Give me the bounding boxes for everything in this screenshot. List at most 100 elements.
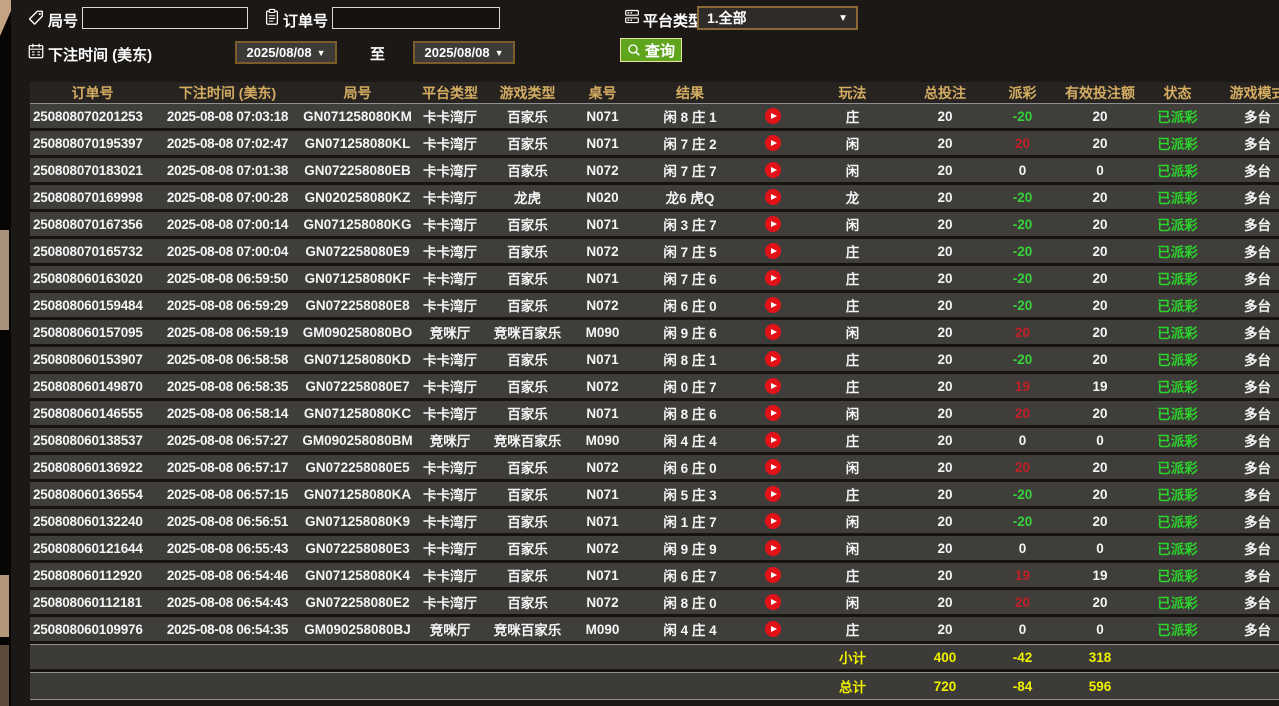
- play-video-button[interactable]: [764, 513, 781, 529]
- round-no-cell: GM090258080BO: [302, 324, 413, 340]
- payout-cell: 20: [1014, 594, 1031, 610]
- play-video-button[interactable]: [764, 459, 781, 475]
- play-video-button[interactable]: [764, 270, 781, 286]
- column-header: 游戏模式: [1229, 84, 1279, 101]
- play-cell: [745, 320, 800, 344]
- status-badge: 已派彩: [1157, 488, 1198, 503]
- play-icon: [770, 464, 777, 470]
- order-no-cell: 250808060136554: [33, 486, 143, 502]
- table-row: 250808060138537 2025-08-08 06:57:27 GM09…: [30, 428, 1279, 455]
- date-from-select[interactable]: 2025/08/08 ▼: [235, 41, 337, 64]
- bet-time-cell: 2025-08-08 06:58:35: [166, 378, 289, 394]
- round-no-cell: GN072258080E8: [305, 297, 410, 313]
- play-icon: [770, 194, 777, 200]
- platform-type-label: 平台类型: [643, 13, 704, 30]
- query-button[interactable]: 查询: [620, 38, 683, 62]
- table-no-cell: N020: [586, 189, 619, 205]
- column-header: 结果: [676, 84, 704, 101]
- total-bet-cell: 20: [937, 378, 953, 394]
- table-row: 250808070165732 2025-08-08 07:00:04 GN07…: [30, 239, 1279, 266]
- play-cell: [745, 509, 800, 533]
- payout-cell: -20: [1012, 189, 1033, 205]
- date-to-select[interactable]: 2025/08/08 ▼: [413, 41, 515, 64]
- subtotal-label: 小计: [839, 651, 866, 666]
- play-video-button[interactable]: [764, 162, 781, 178]
- game-mode-cell: 多台: [1244, 272, 1271, 287]
- payout-cell: 20: [1014, 405, 1031, 421]
- result-cell: 闲 3 庄 7: [663, 218, 717, 233]
- background-shape: [0, 0, 11, 36]
- status-badge: 已派彩: [1157, 515, 1198, 530]
- play-video-button[interactable]: [764, 432, 781, 448]
- game-mode-cell: 多台: [1244, 407, 1271, 422]
- play-video-button[interactable]: [764, 189, 781, 205]
- play-cell: [745, 131, 800, 155]
- column-header: 游戏类型: [499, 84, 556, 101]
- order-no-cell: 250808060153907: [33, 351, 143, 367]
- total-bet-cell: 20: [937, 351, 953, 367]
- payout-cell: -20: [1012, 216, 1033, 232]
- platform-cell: 卡卡湾厅: [423, 407, 477, 422]
- valid-bet-cell: 0: [1096, 621, 1104, 637]
- platform-cell: 卡卡湾厅: [423, 353, 477, 368]
- payout-cell: 20: [1014, 459, 1031, 475]
- result-cell: 闲 6 庄 0: [663, 461, 717, 476]
- play-video-button[interactable]: [764, 567, 781, 583]
- platform-cell: 卡卡湾厅: [423, 461, 477, 476]
- order-no-cell: 250808060146555: [33, 405, 143, 421]
- play-video-button[interactable]: [764, 486, 781, 502]
- results-table-body: 250808070201253 2025-08-08 07:03:18 GN07…: [30, 104, 1279, 644]
- order-no-input[interactable]: [332, 7, 500, 29]
- chevron-down-icon: ▼: [494, 47, 504, 58]
- subtotal-row: 小计 400 -42 318: [30, 644, 1279, 672]
- table-no-cell: N071: [586, 405, 619, 421]
- play-video-button[interactable]: [764, 405, 781, 421]
- bet-type-cell: 闲: [845, 218, 860, 233]
- table-row: 250808070201253 2025-08-08 07:03:18 GN07…: [30, 104, 1279, 131]
- platform-type-select[interactable]: 1.全部 ▼: [697, 6, 858, 30]
- play-cell: [745, 455, 800, 479]
- play-icon: [770, 275, 777, 281]
- total-bet-cell: 20: [937, 540, 953, 556]
- play-video-button[interactable]: [764, 108, 781, 124]
- status-badge: 已派彩: [1157, 623, 1198, 638]
- play-icon: [770, 248, 777, 254]
- round-no-cell: GN071258080K4: [304, 567, 411, 583]
- to-label: 至: [370, 46, 386, 63]
- play-video-button[interactable]: [764, 324, 781, 340]
- play-video-button[interactable]: [764, 297, 781, 313]
- background-shape: [0, 645, 9, 706]
- grand-total-payout: -84: [1012, 678, 1033, 694]
- platform-cell: 卡卡湾厅: [423, 299, 477, 314]
- game-mode-cell: 多台: [1244, 380, 1271, 395]
- play-cell: [745, 428, 800, 452]
- round-no-input[interactable]: [82, 7, 248, 29]
- bet-time-cell: 2025-08-08 07:00:14: [166, 216, 289, 232]
- round-no-label: 局号: [48, 13, 79, 30]
- play-video-button[interactable]: [764, 216, 781, 232]
- play-video-button[interactable]: [764, 243, 781, 259]
- bet-time-cell: 2025-08-08 06:58:58: [166, 351, 289, 367]
- play-icon: [770, 167, 777, 173]
- round-no-cell: GN071258080KG: [303, 216, 412, 232]
- total-bet-cell: 20: [937, 513, 953, 529]
- play-video-button[interactable]: [764, 135, 781, 151]
- play-video-button[interactable]: [764, 351, 781, 367]
- round-no-cell: GN071258080KC: [303, 405, 412, 421]
- total-bet-cell: 20: [937, 243, 953, 259]
- round-no-cell: GN072258080E3: [305, 540, 410, 556]
- calendar-icon: [27, 42, 45, 60]
- valid-bet-cell: 20: [1092, 108, 1108, 124]
- play-video-button[interactable]: [764, 621, 781, 637]
- bet-type-cell: 闲: [845, 326, 860, 341]
- valid-bet-cell: 0: [1096, 432, 1104, 448]
- play-video-button[interactable]: [764, 378, 781, 394]
- play-cell: [745, 617, 800, 641]
- status-badge: 已派彩: [1157, 407, 1198, 422]
- play-video-button[interactable]: [764, 594, 781, 610]
- table-no-cell: M090: [585, 621, 620, 637]
- status-badge: 已派彩: [1157, 137, 1198, 152]
- status-badge: 已派彩: [1157, 542, 1198, 557]
- valid-bet-cell: 19: [1092, 567, 1108, 583]
- play-video-button[interactable]: [764, 540, 781, 556]
